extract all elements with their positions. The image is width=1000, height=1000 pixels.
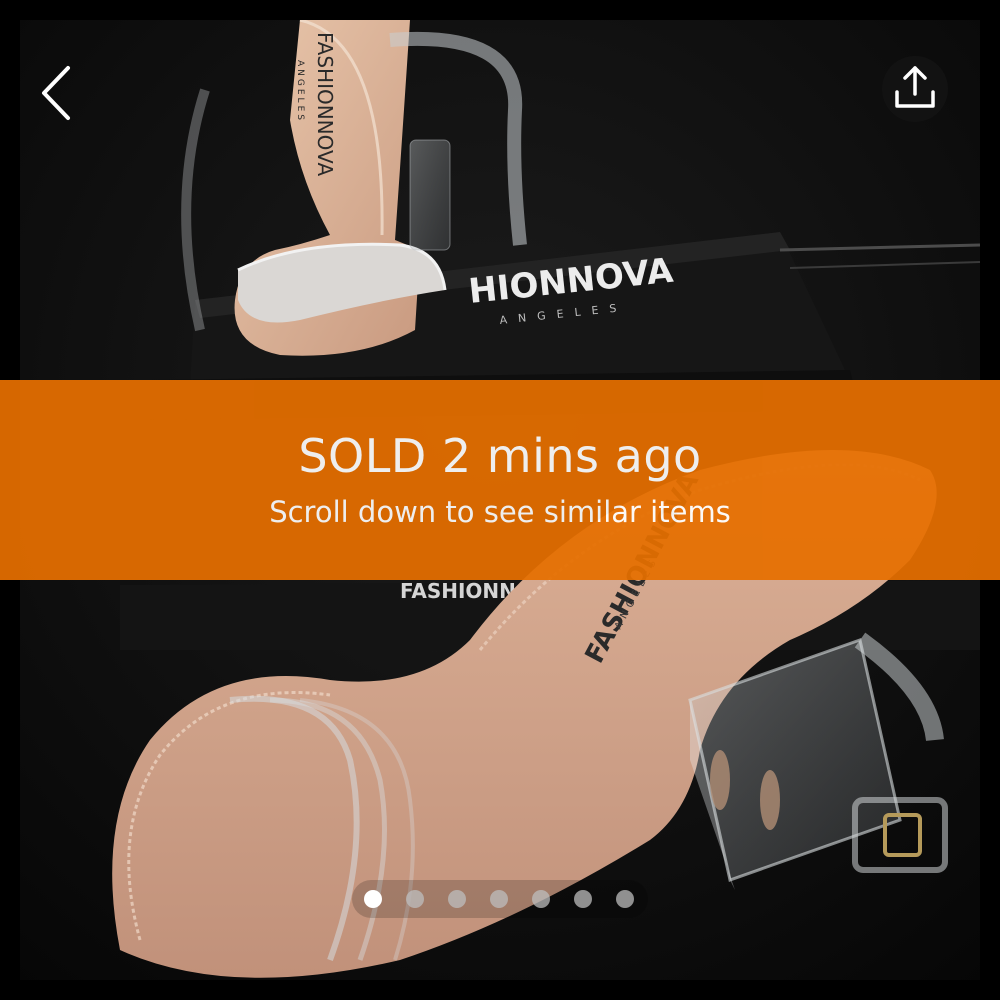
carousel-indicator — [352, 880, 646, 918]
carousel-dot-4[interactable] — [490, 890, 508, 908]
carousel-dot-2[interactable] — [406, 890, 424, 908]
listing-screen: HIONNOVA ANGELES FASHIONNOVA.C FASHIONNO… — [0, 0, 1000, 1000]
sold-status-text: SOLD 2 mins ago — [298, 428, 702, 483]
carousel-dot-3[interactable] — [448, 890, 466, 908]
carousel-dot-7[interactable] — [616, 890, 634, 908]
similar-items-hint: Scroll down to see similar items — [269, 495, 731, 530]
insole-brand-top: FASHIONNOVA — [313, 32, 337, 176]
sold-banner: SOLD 2 mins ago Scroll down to see simil… — [0, 380, 1000, 580]
share-upload-icon — [895, 66, 935, 108]
chevron-left-icon — [42, 66, 70, 120]
share-button[interactable] — [882, 56, 948, 122]
carousel-dot-6[interactable] — [574, 890, 592, 908]
carousel-dot-1[interactable] — [364, 890, 382, 908]
back-button[interactable] — [30, 58, 90, 128]
carousel-dot-5[interactable] — [532, 890, 550, 908]
svg-text:ANGELES: ANGELES — [295, 60, 305, 123]
